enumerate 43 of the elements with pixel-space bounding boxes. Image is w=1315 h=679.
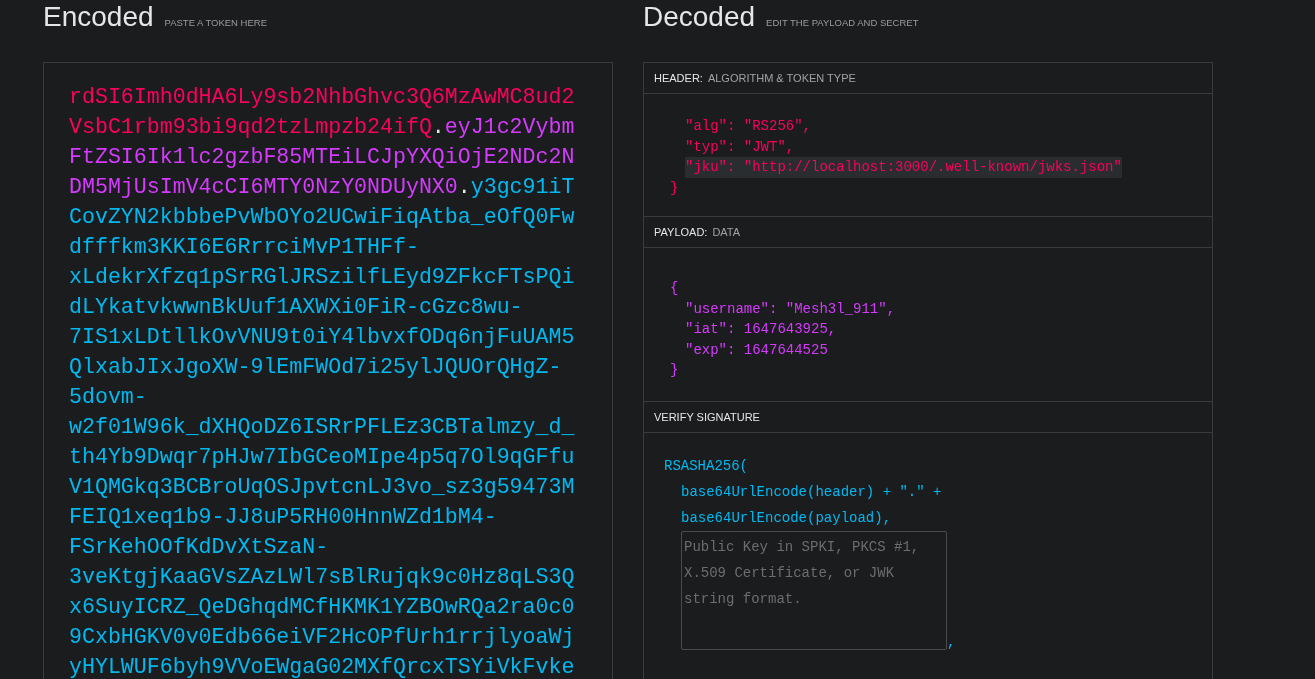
token-line: DM5MjUsImV4cCI6MTY0NzY0NDUyNX0.y3gc91iT xyxy=(69,174,575,201)
code-line: "alg": "RS256", xyxy=(685,117,812,136)
section-sublabel: DATA xyxy=(712,226,741,238)
token-line: FEIQ1xeq1b9-JJ8uP5RH00HnnWZd1bM4- xyxy=(69,504,497,531)
section-label: PAYLOAD: xyxy=(654,226,708,238)
section-label: VERIFY SIGNATURE xyxy=(654,411,760,423)
code-line: } xyxy=(670,178,679,198)
token-line: th4Yb9Dwqr7pHJw7IbGCeoMIpe4p5q7Ol9qGFfu xyxy=(69,444,575,471)
token-line: QlxabJIxJgoXW-9lEmFWOd7i25ylJQUOrQHgZ- xyxy=(69,354,562,381)
code-line: base64UrlEncode(header) + "." + xyxy=(681,483,942,502)
code-line: } xyxy=(670,361,679,380)
token-input[interactable] xyxy=(43,62,613,679)
code-line: "username": "Mesh3l_911", xyxy=(685,299,896,319)
section-sublabel: ALGORITHM & TOKEN TYPE xyxy=(707,72,856,84)
token-line: rdSI6Imh0dHA6Ly9sb2NhbGhvc3Q6MzAwMC8ud2 xyxy=(69,84,575,111)
token-line: w2f01W96k_dXHQoDZ6ISRrPFLEz3CBTalmzy_d_ xyxy=(69,414,575,441)
code-line: RSASHA256( xyxy=(664,457,748,476)
column-hint: EDIT THE PAYLOAD AND SECRET xyxy=(766,17,919,28)
column-title: Encoded xyxy=(43,1,154,33)
token-line: FSrKehOOfKdDvXtSzaN- xyxy=(69,534,329,561)
token-line: dfffkm3KKI6E6RrrciMvP1THFf- xyxy=(69,234,419,261)
token-line: 9CxbHGKV0v0Edb66eiVF2HcOPfUrh1rrjlyoaWj xyxy=(69,624,575,651)
code-line: { xyxy=(670,279,679,298)
code-line: base64UrlEncode(payload), xyxy=(681,509,892,528)
key-field[interactable]: Public Key in SPKI, PKCS #1, X.509 Certificate, or JWK string format. xyxy=(681,531,947,650)
token-line: VsbC1rbm93bi9qd2tzLmpzb24ifQ.eyJ1c2Vybm xyxy=(69,114,575,141)
code-line: "typ": "JWT", xyxy=(685,137,795,157)
token-line: V1QMGkq3BCBroUqOSJpvtcnLJ3vo_sz3g59473M xyxy=(69,474,575,501)
code-line: "iat": 1647643925, xyxy=(685,320,837,339)
token-line: FtZSI6Ik1lc2gzbF85MTEiLCJpYXQiOjE2NDc2N xyxy=(69,144,575,171)
token-line: CovZYN2kbbbePvWbOYo2UCwiFiqAtba_eOfQ0Fw xyxy=(69,204,575,231)
token-line: 7IS1xLDtllkOvVNU9t0iY4lbvxfODq6njFuUAM5 xyxy=(69,324,575,351)
column-title: Decoded xyxy=(643,1,756,33)
token-line: 3veKtgjKaaGVsZAzLWl7sBlRujqk9c0Hz8qLS3Q xyxy=(69,564,575,591)
token-line: dLYkatvkwwnBkUuf1AXWXi0FiR-cGzc8wu- xyxy=(69,294,523,321)
column-hint: PASTE A TOKEN HERE xyxy=(164,17,267,28)
code-line: "exp": 1647644525 xyxy=(685,340,828,360)
token-line: yHYLWUF6byh9VVoEWgaG02MXfQrcxTSYiVkFvke xyxy=(69,654,575,679)
code-text: , xyxy=(947,634,956,650)
section-label: HEADER: xyxy=(654,72,703,84)
token-line: x6SuyICRZ_QeDGhqdMCfHKMK1YZBOwRQa2ra0c0 xyxy=(69,594,575,621)
token-line: 5dovm- xyxy=(69,384,147,411)
token-line: xLdekrXfzq1pSrRGlJRSzilfLEyd9ZFkcFTsPQi xyxy=(69,264,575,291)
